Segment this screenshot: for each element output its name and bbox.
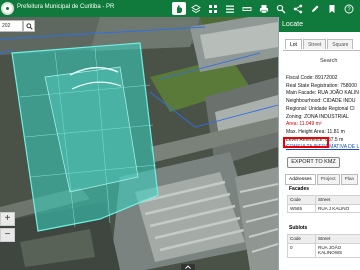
max-height-area: Max. Height Area: 11.81 m [286, 128, 345, 135]
table-row[interactable]: 0 RUA JOÃO KALINOWS [287, 242, 360, 258]
app-title: Prefeitura Municipal de Curitiba - PR [17, 4, 115, 10]
fiscal-code: Fiscal Code: 89172002 [286, 75, 338, 81]
col-street: Street [315, 195, 360, 205]
facades-table: Code Street W565 RUA J KALINO [287, 195, 360, 213]
expand-tray-button[interactable] [181, 264, 195, 270]
table-row[interactable]: W565 RUA J KALINO [287, 203, 360, 213]
bookmark-icon[interactable] [325, 2, 339, 15]
col-street: Street [315, 234, 360, 244]
locate-panel: Locate Lot Street Square Search Fiscal C… [278, 17, 360, 270]
layers-icon[interactable] [189, 2, 203, 15]
map-search-input[interactable]: 202 [0, 20, 23, 32]
regional: Regional: Unidade Regional CI [286, 105, 355, 112]
chevron-up-icon [185, 265, 191, 269]
tab-square[interactable]: Square [327, 39, 354, 49]
export-kmz-button[interactable]: EXPORT TO KMZ [287, 157, 340, 168]
main-facade: Main Facade: RUA JOÃO KALIN [286, 90, 359, 97]
print-icon[interactable] [257, 2, 271, 15]
tab-lot[interactable]: Lot [285, 39, 302, 49]
list-icon[interactable] [223, 2, 237, 15]
hand-pointer-icon[interactable] [172, 2, 186, 15]
zoom-out-button[interactable]: − [0, 228, 15, 242]
area-highlight-box [283, 137, 329, 148]
tab-plan[interactable]: Plan [340, 174, 359, 185]
locate-tabs: Lot Street Square [285, 39, 354, 49]
search-link[interactable]: Search [320, 58, 337, 64]
facade-code: W565 [287, 203, 316, 213]
area-value: Area: 11.049 m² [286, 121, 322, 128]
table-header-row: Code Street [287, 195, 360, 205]
svg-text:?: ? [347, 7, 351, 13]
sublot-code: 0 [287, 242, 316, 258]
sublots-title: Sublots [289, 225, 308, 231]
tab-street[interactable]: Street [302, 39, 327, 49]
neighbourhood: Neighbourhood: CIDADE INDU [286, 98, 356, 105]
sublots-table: Code Street 0 RUA JOÃO KALINOWS [287, 234, 360, 258]
facade-street: RUA J KALINO [315, 203, 360, 213]
table-header-row: Code Street [287, 234, 360, 244]
zoning: Zoning: ZONA INDUSTRIAL [286, 113, 349, 120]
locate-panel-header: Locate [279, 17, 360, 32]
sublot-street: RUA JOÃO KALINOWS [315, 242, 360, 258]
zoom-in-button[interactable]: + [0, 212, 15, 226]
facades-title: Facades [289, 186, 310, 192]
help-icon[interactable]: ? [342, 2, 356, 15]
tab-addresses[interactable]: Addresses [285, 174, 316, 185]
top-bar: Prefeitura Municipal de Curitiba - PR ? [0, 0, 360, 17]
search-tool-icon[interactable] [274, 2, 288, 15]
grid-icon[interactable] [206, 2, 220, 15]
map-view[interactable]: 202 + − [0, 17, 278, 270]
col-code: Code [287, 234, 316, 244]
tab-project[interactable]: Project [316, 174, 340, 185]
col-code: Code [287, 195, 316, 205]
tabs-divider [283, 50, 360, 51]
magnifier-icon [25, 22, 33, 30]
ruler-icon[interactable] [240, 2, 254, 15]
aerial-imagery [0, 17, 278, 270]
map-search-button[interactable] [23, 20, 35, 32]
detail-tabs: Addresses Project Plan [285, 174, 359, 185]
city-logo [1, 2, 14, 15]
locate-panel-title: Locate [282, 21, 304, 28]
share-icon[interactable] [291, 2, 305, 15]
edit-icon[interactable] [308, 2, 322, 15]
